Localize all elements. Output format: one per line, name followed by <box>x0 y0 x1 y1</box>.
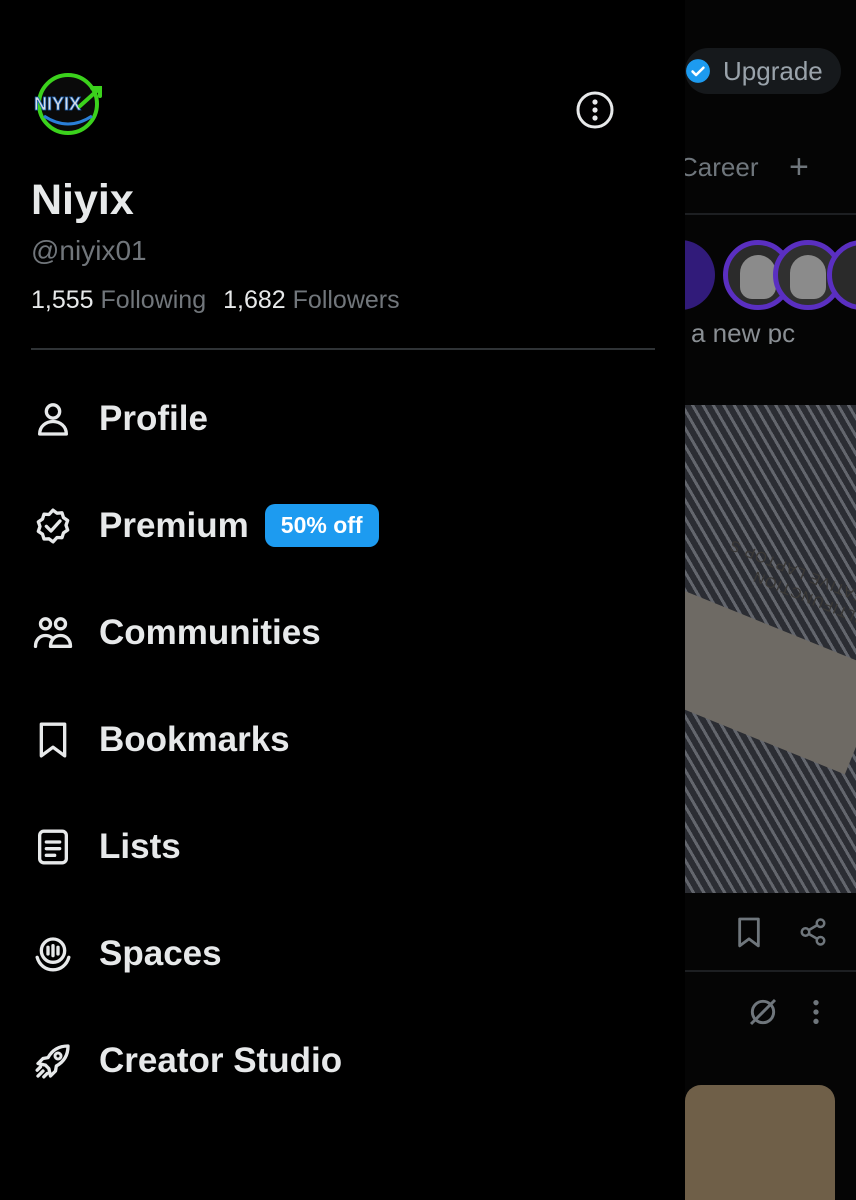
menu-label: Profile <box>99 398 208 438</box>
following-link[interactable]: 1,555 Following <box>31 286 206 314</box>
post-text: a new pc <box>691 322 796 344</box>
menu-item-creator-studio[interactable]: Creator Studio <box>0 1007 685 1114</box>
drawer-menu: Profile Premium 50% off Communities Book… <box>0 365 685 1114</box>
following-count: 1,555 <box>31 286 94 314</box>
bookmark-icon[interactable] <box>735 916 763 950</box>
rocket-icon <box>31 1039 75 1083</box>
feed-tabs-divider <box>685 213 856 215</box>
more-icon[interactable] <box>809 996 823 1028</box>
menu-item-bookmarks[interactable]: Bookmarks <box>0 686 685 793</box>
menu-label: Bookmarks <box>99 719 290 759</box>
profile-handle: @niyix01 <box>31 235 147 266</box>
bookmark-icon <box>31 718 75 762</box>
menu-item-communities[interactable]: Communities <box>0 579 685 686</box>
menu-label: Communities <box>99 612 321 652</box>
story-avatar[interactable] <box>685 240 715 310</box>
tab-career[interactable]: Career <box>685 152 758 183</box>
menu-item-lists[interactable]: Lists <box>0 793 685 900</box>
dismiss-icon[interactable] <box>747 996 779 1028</box>
profile-name[interactable]: Niyix <box>31 176 134 225</box>
navigation-drawer: NIYIX Niyix @niyix01 1,555 Following 1,68… <box>0 0 685 1200</box>
post-actions <box>685 916 856 956</box>
followers-count: 1,682 <box>223 286 286 314</box>
add-tab-button[interactable]: + <box>789 150 809 184</box>
menu-item-profile[interactable]: Profile <box>0 365 685 472</box>
feed-divider <box>685 970 856 972</box>
background-feed: Upgrade Career + a new pc MULTIFUNCTION … <box>685 0 856 1200</box>
menu-item-premium[interactable]: Premium 50% off <box>0 472 685 579</box>
menu-label: Spaces <box>99 933 222 973</box>
menu-label: Premium <box>99 505 249 545</box>
post-image[interactable] <box>685 1085 835 1200</box>
profile-divider <box>31 348 655 350</box>
post-image[interactable] <box>685 405 856 893</box>
menu-item-spaces[interactable]: Spaces <box>0 900 685 1007</box>
following-label: Following <box>100 286 207 314</box>
logo-text: NIYIX <box>34 94 81 114</box>
verified-icon <box>686 59 710 83</box>
spaces-icon <box>31 932 75 976</box>
followers-label: Followers <box>292 286 400 314</box>
follow-stats: 1,555 Following 1,682 Followers <box>31 286 400 315</box>
menu-label: Creator Studio <box>99 1040 343 1080</box>
discount-badge: 50% off <box>264 504 379 547</box>
person-icon <box>31 397 75 441</box>
followers-link[interactable]: 1,682 Followers <box>223 286 400 314</box>
share-icon[interactable] <box>798 916 828 948</box>
upgrade-label: Upgrade <box>723 55 823 86</box>
list-icon <box>31 825 75 869</box>
more-options-button[interactable] <box>573 88 617 132</box>
profile-avatar-logo[interactable]: NIYIX <box>30 72 106 136</box>
upgrade-button[interactable]: Upgrade <box>685 48 841 94</box>
verified-badge-icon <box>31 504 75 548</box>
menu-label: Lists <box>99 826 181 866</box>
communities-icon <box>31 611 75 655</box>
